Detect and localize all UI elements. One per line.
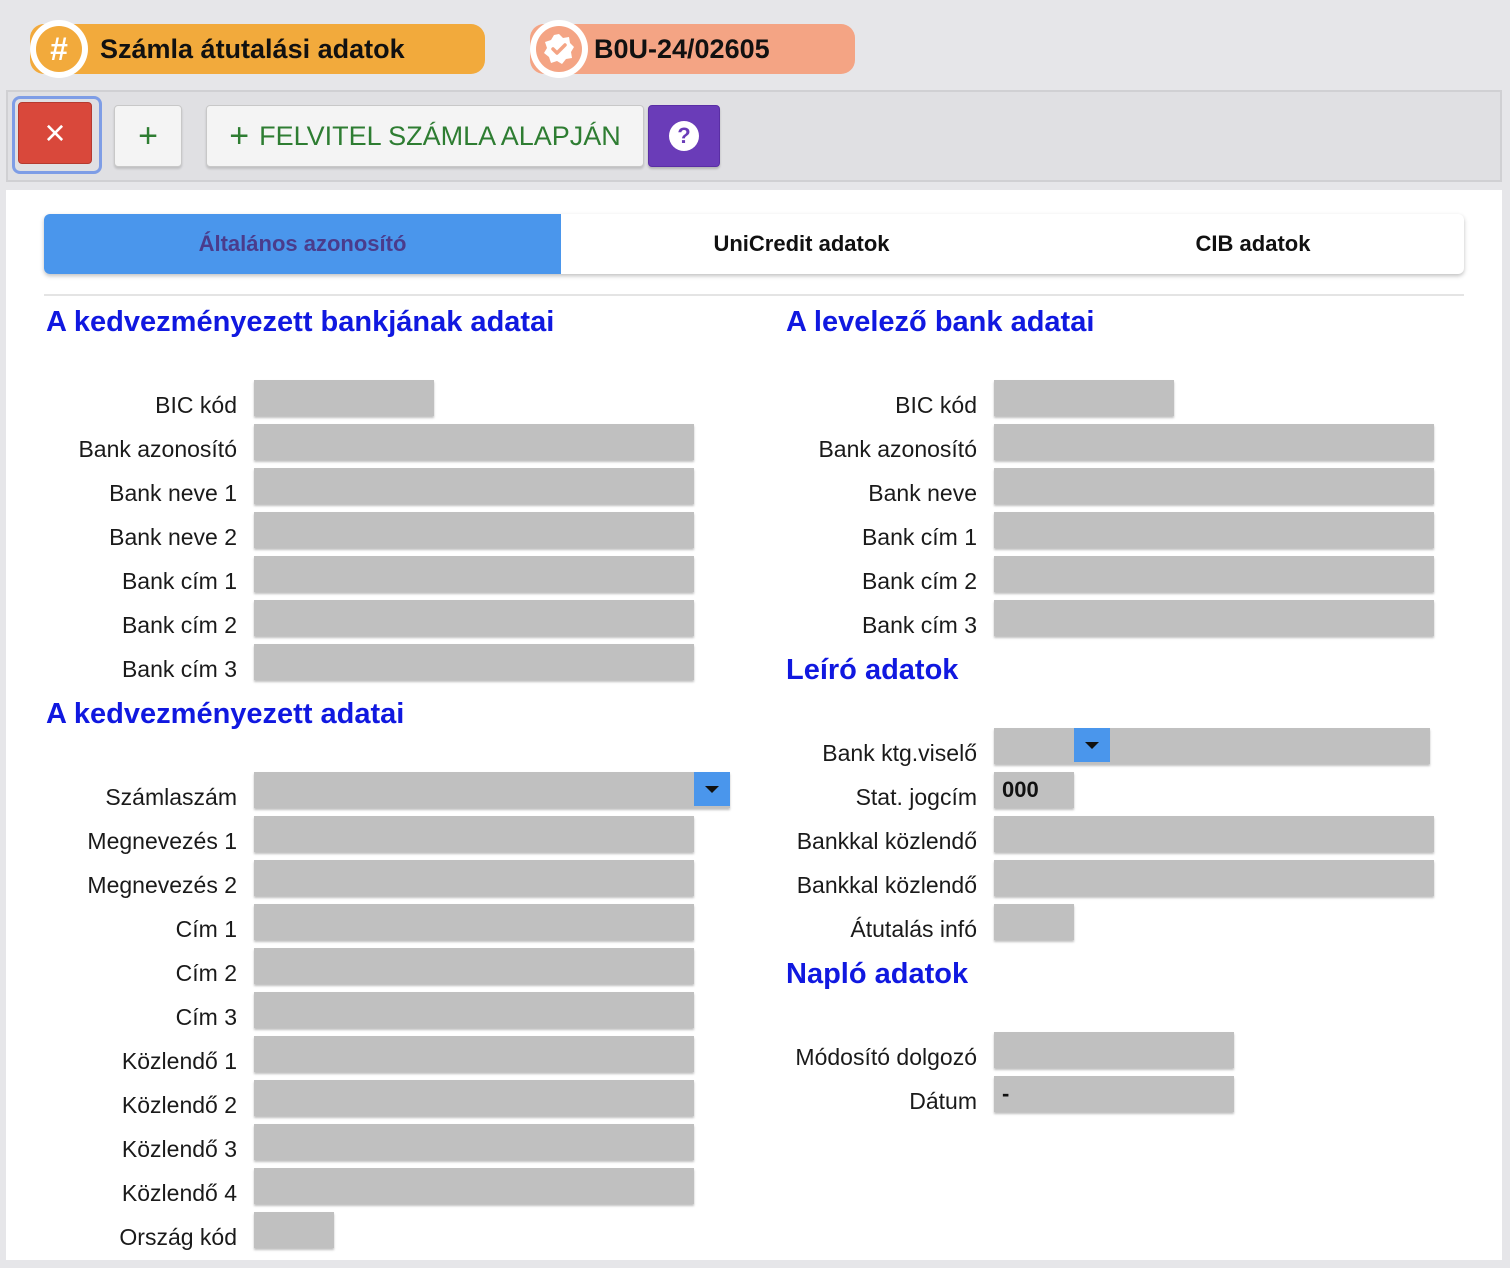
bank-address-1-input[interactable]	[254, 556, 694, 592]
field-label: Közlendő 2	[121, 1092, 237, 1118]
field-label: Bank azonosító	[818, 436, 977, 462]
field-label: Bank cím 3	[121, 656, 237, 682]
field-label: Bank cím 2	[861, 568, 977, 594]
address-2-input[interactable]	[254, 948, 694, 984]
transfer-info-input[interactable]	[994, 904, 1074, 940]
note-3-input[interactable]	[254, 1124, 694, 1160]
corr-bic-code-input[interactable]	[994, 380, 1174, 416]
corr-bank-name-input[interactable]	[994, 468, 1434, 504]
record-id: B0U-24/02605	[594, 33, 770, 64]
tab-altalanos-azonosito[interactable]: Általános azonosító	[44, 214, 561, 274]
verified-badge-icon	[536, 26, 582, 72]
field-label: Cím 1	[175, 916, 237, 942]
field-label: BIC kód	[895, 392, 977, 418]
field-label: Közlendő 4	[121, 1180, 237, 1206]
note-4-input[interactable]	[254, 1168, 694, 1204]
field-label: Stat. jogcím	[855, 784, 977, 810]
bank-address-3-input[interactable]	[254, 644, 694, 680]
address-1-input[interactable]	[254, 904, 694, 940]
add-button[interactable]: +	[114, 105, 182, 167]
field-label: Bank neve	[868, 480, 977, 506]
date-input[interactable]: -	[994, 1076, 1234, 1112]
title-pill: # Számla átutalási adatok	[30, 20, 485, 78]
bank-message-1-input[interactable]	[994, 816, 1434, 852]
name-1-input[interactable]	[254, 816, 694, 852]
bank-name-1-input[interactable]	[254, 468, 694, 504]
hash-icon-wrap: #	[30, 20, 88, 78]
bank-cost-bearer-select[interactable]	[994, 728, 1430, 764]
bank-message-2-input[interactable]	[994, 860, 1434, 896]
account-number-select[interactable]	[254, 772, 730, 808]
tab-cib-adatok[interactable]: CIB adatok	[1042, 214, 1464, 274]
section-title-beneficiary: A kedvezményezett adatai	[46, 698, 405, 730]
field-label: Bank cím 1	[121, 568, 237, 594]
bank-address-2-input[interactable]	[254, 600, 694, 636]
help-button[interactable]: ?	[648, 105, 720, 167]
corr-bank-address-1-input[interactable]	[994, 512, 1434, 548]
felvitel-szamla-alapjan-button[interactable]: + FELVITEL SZÁMLA ALAPJÁN	[206, 105, 644, 167]
section-title-log: Napló adatok	[786, 958, 969, 990]
toolbar: × + + FELVITEL SZÁMLA ALAPJÁN ?	[6, 90, 1502, 182]
chevron-down-icon[interactable]	[694, 772, 730, 806]
field-label: Módosító dolgozó	[795, 1044, 977, 1070]
modifier-employee-input[interactable]	[994, 1032, 1234, 1068]
bank-name-2-input[interactable]	[254, 512, 694, 548]
field-label: Bank cím 3	[861, 612, 977, 638]
field-label: Bankkal közlendő	[796, 828, 977, 854]
felvitel-label: FELVITEL SZÁMLA ALAPJÁN	[259, 120, 621, 151]
field-label: Megnevezés 2	[87, 872, 237, 898]
field-label: Megnevezés 1	[87, 828, 237, 854]
id-pill: B0U-24/02605	[530, 20, 855, 78]
field-label: Bank neve 2	[109, 524, 237, 550]
field-label: Bank cím 2	[121, 612, 237, 638]
field-label: Számlaszám	[105, 784, 237, 810]
tab-bar: Általános azonosító UniCredit adatok CIB…	[44, 214, 1464, 274]
section-title-beneficiary-bank: A kedvezményezett bankjának adatai	[46, 306, 555, 338]
field-label: Bank cím 1	[861, 524, 977, 550]
name-2-input[interactable]	[254, 860, 694, 896]
bank-id-input[interactable]	[254, 424, 694, 460]
corr-bank-id-input[interactable]	[994, 424, 1434, 460]
country-code-input[interactable]	[254, 1212, 334, 1248]
section-title-descriptive: Leíró adatok	[786, 654, 959, 686]
field-label: Bank neve 1	[109, 480, 237, 506]
field-label: Bankkal közlendő	[796, 872, 977, 898]
question-icon: ?	[669, 121, 699, 151]
field-label: Dátum	[909, 1088, 977, 1114]
field-label: BIC kód	[155, 392, 237, 418]
field-label: Közlendő 3	[121, 1136, 237, 1162]
bic-code-input[interactable]	[254, 380, 434, 416]
section-title-correspondent-bank: A levelező bank adatai	[786, 306, 1095, 338]
field-label: Cím 3	[175, 1004, 237, 1030]
field-label: Bank ktg.viselő	[822, 740, 977, 766]
stat-code-input[interactable]: 000	[994, 772, 1074, 808]
plus-icon: +	[138, 116, 158, 155]
address-3-input[interactable]	[254, 992, 694, 1028]
chevron-down-icon[interactable]	[1074, 728, 1110, 762]
field-label: Átutalás infó	[850, 916, 977, 942]
note-1-input[interactable]	[254, 1036, 694, 1072]
plus-icon: +	[229, 116, 250, 155]
corr-bank-address-2-input[interactable]	[994, 556, 1434, 592]
main-panel: Általános azonosító UniCredit adatok CIB…	[6, 190, 1502, 1260]
field-label: Ország kód	[119, 1224, 237, 1250]
close-button[interactable]: ×	[18, 102, 92, 164]
page-title: Számla átutalási adatok	[100, 33, 405, 64]
hash-icon: #	[36, 26, 82, 72]
field-label: Bank azonosító	[78, 436, 237, 462]
field-label: Cím 2	[175, 960, 237, 986]
tab-unicredit-adatok[interactable]: UniCredit adatok	[561, 214, 1042, 274]
close-icon: ×	[44, 112, 66, 153]
corr-bank-address-3-input[interactable]	[994, 600, 1434, 636]
field-label: Közlendő 1	[121, 1048, 237, 1074]
note-2-input[interactable]	[254, 1080, 694, 1116]
divider	[44, 294, 1464, 296]
